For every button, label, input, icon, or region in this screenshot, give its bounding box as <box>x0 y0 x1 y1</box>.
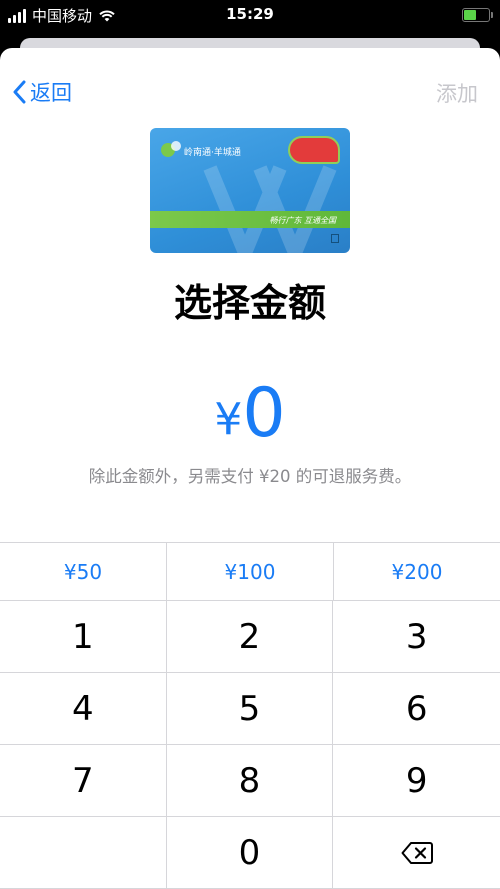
key-2[interactable]: 2 <box>166 601 334 673</box>
status-time: 15:29 <box>226 5 274 23</box>
key-1[interactable]: 1 <box>0 601 167 673</box>
keypad: ¥50 ¥100 ¥200 1 2 3 4 5 6 7 8 9 0 <box>0 542 500 889</box>
key-9[interactable]: 9 <box>333 745 500 817</box>
status-bar: 中国移动 15:29 <box>0 0 500 30</box>
number-grid: 1 2 3 4 5 6 7 8 9 0 <box>0 601 500 889</box>
page-title: 选择金额 <box>173 281 326 325</box>
currency-symbol: ¥ <box>214 394 243 445</box>
transit-card-image: 岭南通·羊城通 畅行广东 互通全国 <box>150 128 350 253</box>
transit-union-logo <box>288 136 340 164</box>
key-8[interactable]: 8 <box>166 745 334 817</box>
key-0[interactable]: 0 <box>166 817 334 889</box>
key-empty <box>0 817 167 889</box>
key-4[interactable]: 4 <box>0 673 167 745</box>
backspace-key[interactable] <box>333 817 500 889</box>
chevron-left-icon <box>13 80 26 104</box>
card-stripe-text: 畅行广东 互通全国 <box>269 216 336 225</box>
back-button[interactable]: 返回 <box>12 77 72 107</box>
preset-50-button[interactable]: ¥50 <box>0 543 167 600</box>
back-label: 返回 <box>30 81 72 105</box>
battery-icon <box>462 8 493 22</box>
preset-amounts: ¥50 ¥100 ¥200 <box>0 542 500 601</box>
service-fee-note: 除此金额外，另需支付 ¥20 的可退服务费。 <box>88 467 412 486</box>
key-5[interactable]: 5 <box>166 673 334 745</box>
amount-value: 0 <box>242 374 286 453</box>
backspace-icon <box>401 841 433 864</box>
preset-100-button[interactable]: ¥100 <box>167 543 334 600</box>
add-button[interactable]: 添加 <box>436 78 478 108</box>
card-brand-text: 岭南通·羊城通 <box>184 148 241 158</box>
key-6[interactable]: 6 <box>333 673 500 745</box>
amount-display: ¥0 <box>0 374 500 454</box>
key-7[interactable]: 7 <box>0 745 167 817</box>
card-mark-icon <box>331 234 339 243</box>
key-3[interactable]: 3 <box>333 601 500 673</box>
preset-200-button[interactable]: ¥200 <box>334 543 500 600</box>
